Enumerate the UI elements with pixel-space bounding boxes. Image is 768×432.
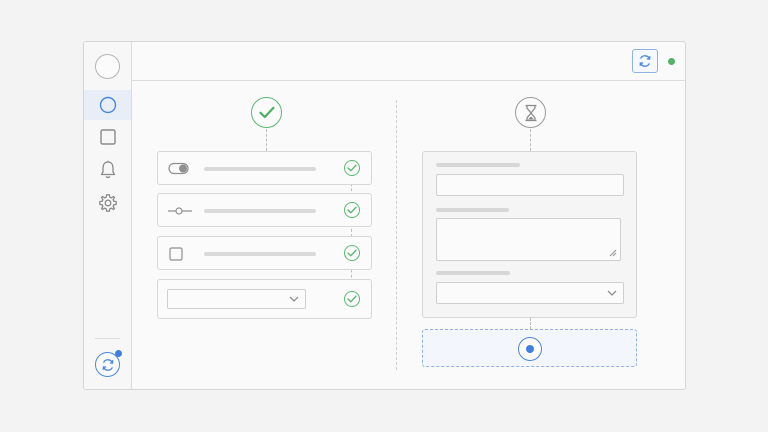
item-check: [344, 160, 360, 176]
sync-icon: [639, 55, 651, 67]
item-check: [344, 245, 360, 261]
placeholder-line: [204, 252, 316, 256]
radio-dot-icon: [526, 345, 534, 353]
sidebar-item-settings[interactable]: [84, 188, 131, 218]
placeholder-line: [204, 209, 316, 213]
submit-area[interactable]: [422, 329, 637, 367]
list-item-select: [157, 279, 372, 319]
app-window: [83, 41, 686, 390]
checkmark-icon: [347, 206, 357, 214]
resize-handle-icon[interactable]: [609, 249, 617, 257]
sidebar-item-notifications[interactable]: [84, 155, 131, 185]
field-label: [436, 208, 509, 212]
field-label: [436, 271, 510, 275]
checkmark-icon: [347, 295, 357, 303]
list-item-checkbox: [157, 236, 372, 270]
bell-icon: [100, 160, 115, 179]
circle-icon: [99, 96, 116, 114]
checkmark-icon: [258, 106, 275, 119]
sync-button[interactable]: [632, 49, 658, 73]
sync-icon: [102, 358, 113, 371]
list-item-slider: [157, 193, 372, 227]
sidebar: [84, 42, 132, 389]
top-bar: [132, 42, 685, 81]
sidebar-item-circle[interactable]: [84, 90, 131, 120]
complete-status: [251, 97, 282, 128]
select-dropdown[interactable]: [436, 282, 624, 304]
avatar[interactable]: [95, 54, 120, 79]
select-dropdown[interactable]: [167, 289, 306, 309]
hourglass-icon: [525, 104, 536, 121]
item-check: [344, 202, 360, 218]
gear-icon: [98, 194, 117, 212]
connector-line: [530, 318, 531, 329]
square-icon: [99, 129, 116, 145]
slider-icon[interactable]: [168, 203, 192, 219]
field-label: [436, 163, 520, 167]
connector-line: [530, 129, 531, 151]
checkbox-icon[interactable]: [168, 246, 184, 262]
list-item-toggle: [157, 151, 372, 185]
text-input[interactable]: [436, 174, 624, 196]
sidebar-divider: [95, 338, 120, 339]
notification-dot: [115, 350, 122, 357]
toggle-icon[interactable]: [168, 161, 190, 177]
connector-line: [266, 129, 267, 151]
chevron-down-icon: [289, 296, 299, 302]
textarea[interactable]: [436, 218, 621, 261]
chevron-down-icon: [607, 290, 617, 296]
submit-button[interactable]: [518, 337, 542, 361]
checkmark-icon: [347, 249, 357, 257]
checkmark-icon: [347, 164, 357, 172]
sidebar-item-square[interactable]: [84, 122, 131, 152]
placeholder-line: [204, 167, 316, 171]
form-panel: [422, 151, 637, 318]
online-status-dot: [668, 58, 675, 65]
pending-status: [515, 97, 546, 128]
column-divider: [396, 100, 397, 370]
item-check: [344, 291, 360, 307]
